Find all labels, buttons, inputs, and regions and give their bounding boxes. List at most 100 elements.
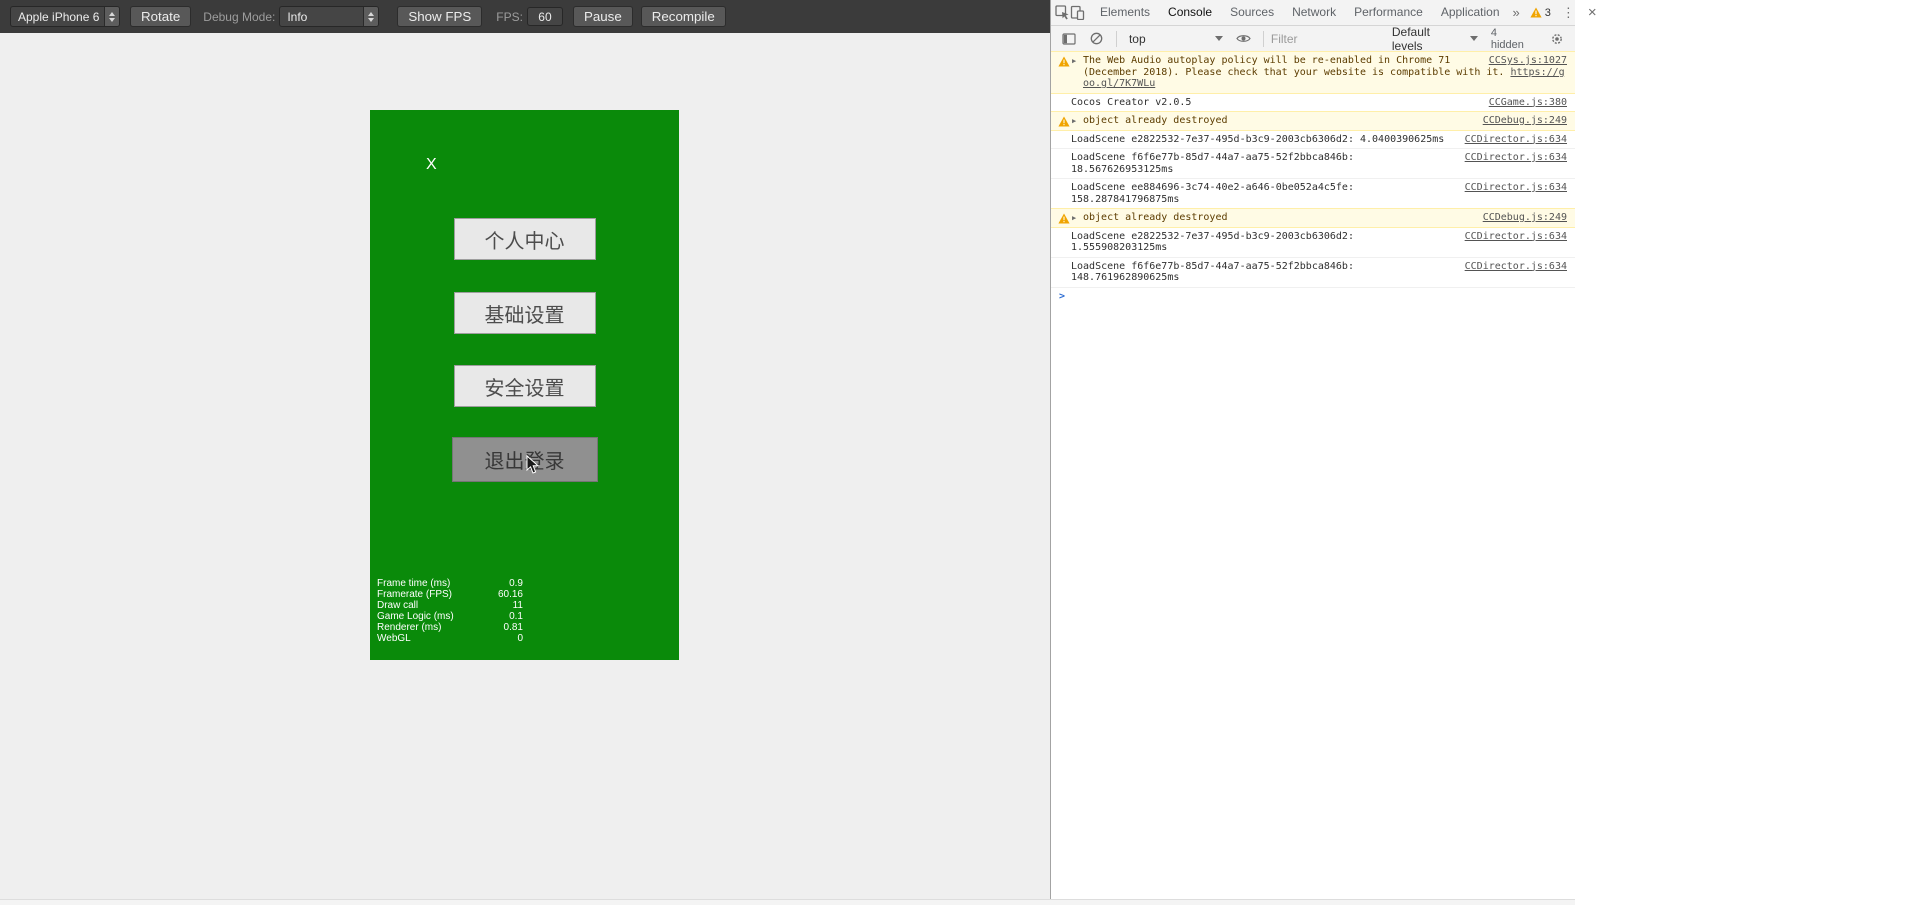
profiler-label: WebGL: [377, 633, 411, 644]
expand-triangle-icon[interactable]: ▶: [1072, 56, 1076, 68]
game-menu-button[interactable]: 安全设置: [453, 365, 596, 407]
warning-count: 3: [1544, 6, 1551, 19]
tab-application[interactable]: Application: [1432, 0, 1509, 26]
source-link[interactable]: CCDirector.js:634: [1465, 152, 1567, 164]
warning-count-badge[interactable]: 3: [1526, 7, 1555, 19]
profiler-value: 11: [512, 600, 523, 611]
source-link[interactable]: CCDirector.js:634: [1465, 134, 1567, 146]
devtools-menu-icon[interactable]: ⋮: [1557, 5, 1580, 21]
simulator-pane: Apple iPhone 6 Rotate Debug Mode: Info S…: [0, 0, 1050, 905]
source-link[interactable]: CCDebug.js:249: [1483, 212, 1567, 224]
debug-mode-select[interactable]: Info: [279, 6, 380, 27]
log-levels-select[interactable]: Default levels: [1387, 25, 1483, 53]
profiler-label: Renderer (ms): [377, 622, 442, 633]
expand-triangle-icon[interactable]: ▶: [1072, 213, 1076, 225]
rotate-button[interactable]: Rotate: [130, 6, 192, 27]
message-url-link[interactable]: https://goo.gl/7K7WLu: [1083, 67, 1565, 90]
profiler-label: Draw call: [377, 600, 419, 611]
profiler-value: 0.1: [509, 611, 523, 622]
console-sidebar-icon[interactable]: [1057, 27, 1081, 51]
pause-button[interactable]: Pause: [572, 6, 633, 27]
console-message-text: CCDirector.js:634 LoadScene e2822532-7e37…: [1071, 133, 1567, 146]
inspect-element-icon[interactable]: [1055, 1, 1070, 25]
more-tabs-icon[interactable]: »: [1509, 5, 1524, 20]
console-message-text: CCDirector.js:634 LoadScene f6f6e77b-85d7…: [1071, 260, 1567, 284]
console-message-text: CCDebug.js:249 object already destroyed: [1083, 115, 1567, 127]
console-message: CCDirector.js:634 LoadScene e2822532-7e37…: [1051, 131, 1575, 149]
game-canvas: X 个人中心基础设置安全设置退出登录 Frame time (ms) 0.9 Fra…: [370, 110, 679, 660]
divider: [1115, 30, 1117, 47]
console-message: CCDirector.js:634 LoadScene ee884696-3c74…: [1051, 179, 1575, 209]
tab-performance[interactable]: Performance: [1345, 0, 1432, 26]
profiler-row: Renderer (ms) 0.81: [377, 622, 523, 633]
profiler-row: Draw call 11: [377, 600, 523, 611]
source-link[interactable]: CCGame.js:380: [1489, 97, 1567, 109]
profiler-row: Frame time (ms) 0.9: [377, 578, 523, 589]
show-fps-button[interactable]: Show FPS: [397, 6, 483, 27]
context-select-value: top: [1128, 31, 1146, 46]
profiler-row: Game Logic (ms) 0.1: [377, 611, 523, 622]
profiler-row: Framerate (FPS) 60.16: [377, 589, 523, 600]
console-prompt[interactable]: >: [1051, 288, 1575, 306]
mouse-cursor-icon: [526, 455, 540, 474]
source-link[interactable]: CCDirector.js:634: [1465, 261, 1567, 273]
console-message: CCDirector.js:634 LoadScene f6f6e77b-85d7…: [1051, 258, 1575, 288]
profiler-label: Game Logic (ms): [377, 611, 454, 622]
select-stepper-icon: [363, 7, 379, 26]
tabbar-right-controls: » 3 ⋮ ×: [1509, 4, 1603, 21]
profiler-value: 0.9: [509, 578, 523, 589]
console-message: CCGame.js:380 Cocos Creator v2.0.5: [1051, 94, 1575, 112]
devtools-tab-strip: Elements Console Sources Network Performance…: [1091, 0, 1509, 26]
warning-icon: [1058, 213, 1070, 224]
console-messages: ▶ CCSys.js:1027 The Web Audio autoplay pol…: [1051, 51, 1575, 288]
game-close-button[interactable]: X: [426, 156, 437, 174]
profiler-value: 0.81: [503, 622, 523, 633]
console-message-text: CCDirector.js:634 LoadScene e2822532-7e37…: [1071, 230, 1567, 254]
javascript-context-select[interactable]: top: [1124, 29, 1228, 49]
prompt-chevron-icon: >: [1059, 290, 1066, 302]
tab-console[interactable]: Console: [1159, 0, 1221, 26]
browser-window: Apple iPhone 6 Rotate Debug Mode: Info S…: [0, 0, 1597, 905]
source-link[interactable]: CCSys.js:1027: [1489, 55, 1567, 67]
console-message: ▶ CCDebug.js:249 object already destroyed: [1051, 208, 1575, 228]
console-message-text: CCSys.js:1027 The Web Audio autoplay poli…: [1083, 55, 1567, 90]
game-menu-button[interactable]: 基础设置: [453, 292, 596, 334]
source-link[interactable]: CCDirector.js:634: [1465, 231, 1567, 243]
console-message: CCDirector.js:634 LoadScene e2822532-7e37…: [1051, 228, 1575, 258]
tab-sources[interactable]: Sources: [1221, 0, 1283, 26]
divider: [1262, 30, 1264, 47]
clear-console-icon[interactable]: [1085, 27, 1109, 51]
expand-triangle-icon[interactable]: ▶: [1072, 116, 1076, 128]
console-toolbar: top Default levels 4 hidden: [1051, 25, 1575, 53]
devtools-close-icon[interactable]: ×: [1582, 4, 1603, 21]
devtools-tabbar: Elements Console Sources Network Performance…: [1051, 0, 1597, 26]
tab-network[interactable]: Network: [1283, 0, 1345, 26]
tab-elements[interactable]: Elements: [1091, 0, 1159, 26]
warning-icon: [1530, 7, 1542, 18]
recompile-button[interactable]: Recompile: [640, 6, 726, 27]
console-settings-gear-icon[interactable]: [1545, 27, 1569, 51]
game-menu-button[interactable]: 退出登录: [451, 437, 598, 482]
console-message-text: CCGame.js:380 Cocos Creator v2.0.5: [1071, 96, 1567, 109]
log-levels-value: Default levels: [1391, 24, 1430, 53]
source-link[interactable]: CCDebug.js:249: [1483, 115, 1567, 127]
console-message: CCDirector.js:634 LoadScene f6f6e77b-85d7…: [1051, 149, 1575, 179]
console-message-text: CCDebug.js:249 object already destroyed: [1083, 212, 1567, 224]
filter-input[interactable]: [1270, 29, 1383, 48]
simulator-toolbar: Apple iPhone 6 Rotate Debug Mode: Info S…: [0, 0, 1050, 33]
chevron-down-icon: [1214, 36, 1223, 41]
horizontal-scrollbar[interactable]: [0, 899, 1575, 905]
game-menu-button[interactable]: 个人中心: [453, 218, 596, 260]
debug-mode-select-value: Info: [287, 9, 308, 24]
fps-input[interactable]: [526, 7, 563, 26]
source-link[interactable]: CCDirector.js:634: [1465, 182, 1567, 194]
warning-icon: [1058, 116, 1070, 127]
devtools-panel: Elements Console Sources Network Performance…: [1050, 0, 1597, 905]
console-message-text: CCDirector.js:634 LoadScene f6f6e77b-85d7…: [1071, 152, 1567, 175]
device-toolbar-icon[interactable]: [1070, 1, 1085, 25]
live-expression-eye-icon[interactable]: [1232, 27, 1256, 51]
hidden-messages-count: 4 hidden: [1490, 26, 1524, 51]
device-select[interactable]: Apple iPhone 6: [10, 6, 120, 27]
debug-mode-label: Debug Mode:: [203, 9, 276, 24]
console-message: ▶ CCSys.js:1027 The Web Audio autoplay pol…: [1051, 51, 1575, 94]
